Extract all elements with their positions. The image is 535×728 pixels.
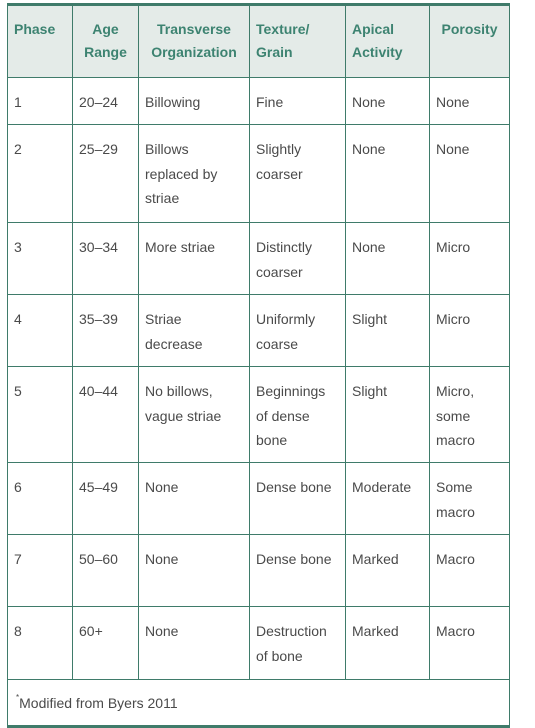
- header-line: Texture/: [256, 21, 310, 37]
- table-row: 4 35–39 Striae decrease Uniformly coarse…: [7, 294, 510, 367]
- cell-texture-grain: Destruction of bone: [249, 606, 346, 680]
- cell-texture-grain: Dense bone: [249, 462, 346, 535]
- cell-phase: 2: [7, 124, 73, 223]
- header-line: Organization: [151, 44, 237, 60]
- footnote: *Modified from Byers 2011: [7, 679, 510, 728]
- table-row: 8 60+ None Destruction of bone Marked Ma…: [7, 606, 510, 680]
- cell-texture-grain: Slightly coarser: [249, 124, 346, 223]
- cell-phase: 3: [7, 222, 73, 295]
- cell-porosity: Micro: [429, 222, 510, 295]
- cell-apical-activity: Marked: [345, 534, 430, 607]
- header-age-range: Age Range: [72, 4, 139, 78]
- cell-age-range: 50–60: [72, 534, 139, 607]
- header-line: Grain: [256, 44, 293, 60]
- cell-porosity: Micro: [429, 294, 510, 367]
- cell-transverse-organization: Billowing: [138, 77, 250, 125]
- cell-transverse-organization: Striae decrease: [138, 294, 250, 367]
- pubic-symphysis-phase-table: Phase Age Range Transverse Organization …: [7, 3, 510, 728]
- footnote-marker: *: [16, 692, 20, 702]
- cell-apical-activity: None: [345, 222, 430, 295]
- cell-porosity: None: [429, 124, 510, 223]
- cell-apical-activity: Marked: [345, 606, 430, 680]
- header-line: Apical: [352, 21, 395, 37]
- cell-transverse-organization: None: [138, 462, 250, 535]
- cell-age-range: 40–44: [72, 366, 139, 463]
- cell-phase: 6: [7, 462, 73, 535]
- cell-porosity: None: [429, 77, 510, 125]
- table-header: Phase Age Range Transverse Organization …: [7, 4, 510, 78]
- cell-transverse-organization: None: [138, 606, 250, 680]
- header-line: Phase: [14, 21, 56, 37]
- header-line: Range: [84, 44, 127, 60]
- table-row: 6 45–49 None Dense bone Moderate Some ma…: [7, 462, 510, 535]
- cell-age-range: 30–34: [72, 222, 139, 295]
- cell-age-range: 35–39: [72, 294, 139, 367]
- footnote-row: *Modified from Byers 2011: [7, 679, 510, 728]
- cell-apical-activity: Slight: [345, 294, 430, 367]
- cell-phase: 5: [7, 366, 73, 463]
- header-texture-grain: Texture/ Grain: [249, 4, 346, 78]
- header-line: Age: [92, 21, 119, 37]
- header-transverse-organization: Transverse Organization: [138, 4, 250, 78]
- cell-porosity: Macro: [429, 534, 510, 607]
- table-row: 3 30–34 More striae Distinctly coarser N…: [7, 222, 510, 295]
- cell-apical-activity: None: [345, 77, 430, 125]
- header-line: Transverse: [157, 21, 231, 37]
- cell-transverse-organization: No billows, vague striae: [138, 366, 250, 463]
- cell-texture-grain: Distinctly coarser: [249, 222, 346, 295]
- cell-texture-grain: Uniformly coarse: [249, 294, 346, 367]
- header-phase: Phase: [7, 4, 73, 78]
- table-footer: *Modified from Byers 2011: [7, 679, 510, 728]
- header-row: Phase Age Range Transverse Organization …: [7, 4, 510, 78]
- cell-texture-grain: Dense bone: [249, 534, 346, 607]
- cell-porosity: Macro: [429, 606, 510, 680]
- cell-apical-activity: None: [345, 124, 430, 223]
- cell-phase: 4: [7, 294, 73, 367]
- header-line: Porosity: [441, 21, 498, 37]
- table-row: 5 40–44 No billows, vague striae Beginni…: [7, 366, 510, 463]
- cell-apical-activity: Slight: [345, 366, 430, 463]
- cell-age-range: 25–29: [72, 124, 139, 223]
- cell-apical-activity: Moderate: [345, 462, 430, 535]
- cell-porosity: Some macro: [429, 462, 510, 535]
- cell-age-range: 45–49: [72, 462, 139, 535]
- table-body: 1 20–24 Billowing Fine None None 2 25–29…: [7, 77, 510, 680]
- table-row: 1 20–24 Billowing Fine None None: [7, 77, 510, 125]
- header-line: Activity: [352, 44, 403, 60]
- footnote-text: Modified from Byers 2011: [19, 694, 178, 711]
- cell-transverse-organization: Billows replaced by striae: [138, 124, 250, 223]
- cell-transverse-organization: None: [138, 534, 250, 607]
- cell-phase: 8: [7, 606, 73, 680]
- cell-age-range: 60+: [72, 606, 139, 680]
- cell-porosity: Micro, some macro: [429, 366, 510, 463]
- header-porosity: Porosity: [429, 4, 510, 78]
- cell-texture-grain: Fine: [249, 77, 346, 125]
- table-row: 2 25–29 Billows replaced by striae Sligh…: [7, 124, 510, 223]
- cell-phase: 1: [7, 77, 73, 125]
- table-row: 7 50–60 None Dense bone Marked Macro: [7, 534, 510, 607]
- cell-age-range: 20–24: [72, 77, 139, 125]
- header-apical-activity: Apical Activity: [345, 4, 430, 78]
- cell-phase: 7: [7, 534, 73, 607]
- cell-transverse-organization: More striae: [138, 222, 250, 295]
- cell-texture-grain: Beginnings of dense bone: [249, 366, 346, 463]
